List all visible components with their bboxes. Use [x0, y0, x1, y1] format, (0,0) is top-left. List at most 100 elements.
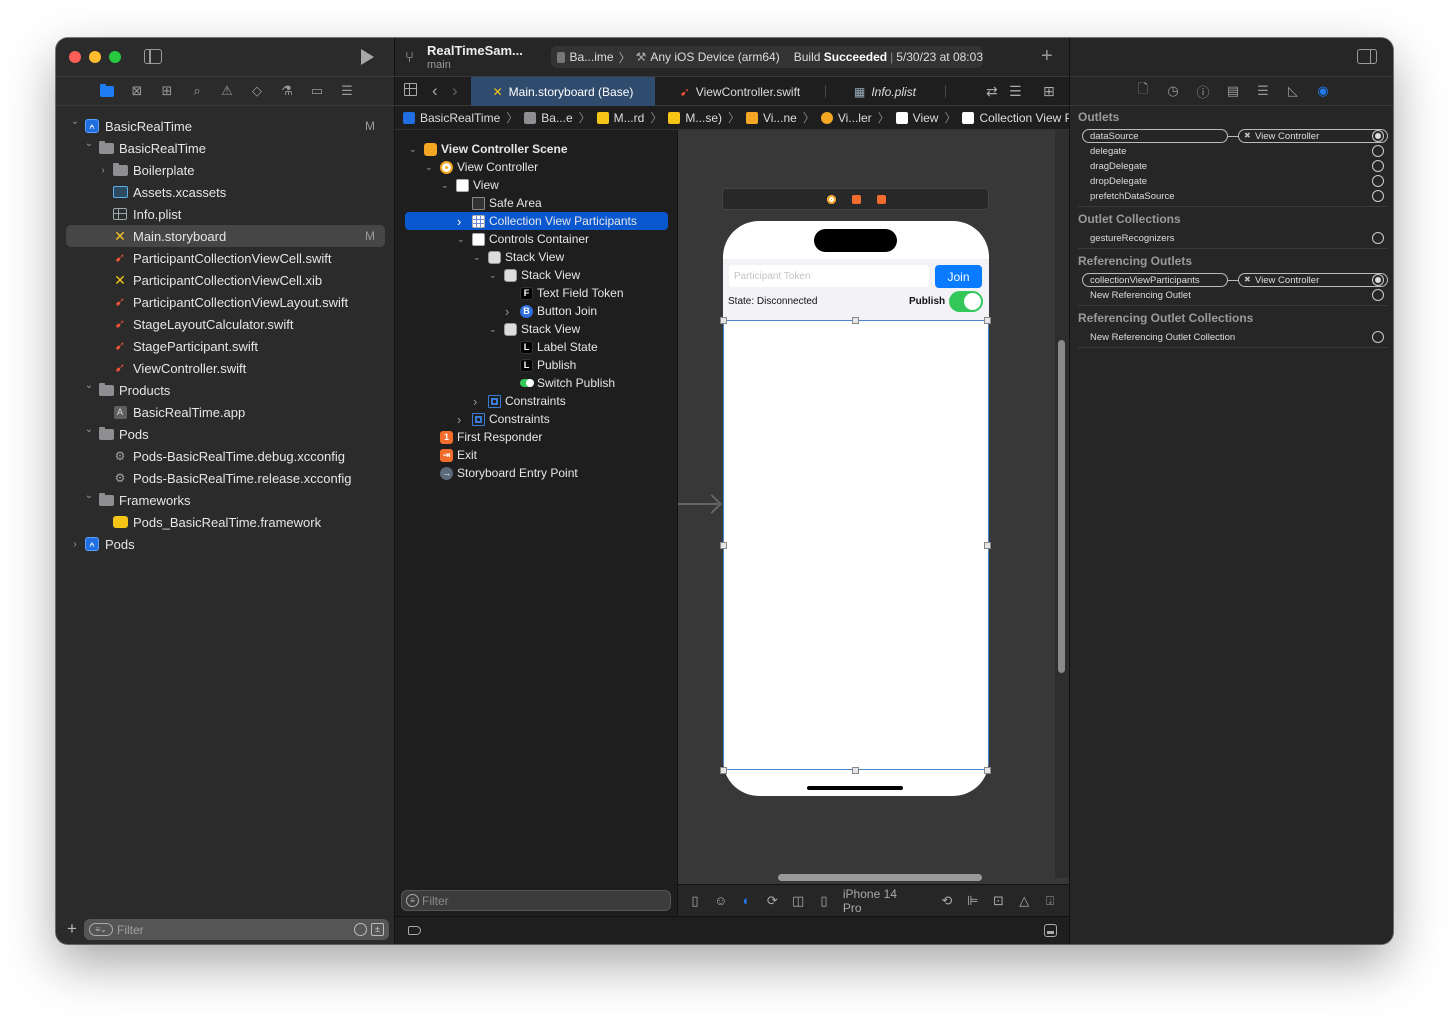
accessibility-icon[interactable]: ☺ — [714, 893, 728, 908]
jump-bar-item[interactable]: Vi...ler — [820, 111, 872, 125]
back-button[interactable]: ‹ — [432, 81, 438, 101]
storyboard-canvas[interactable]: Join State: Disconnected Publish ▯ ☺ — [678, 130, 1069, 916]
file-tree-item[interactable]: ⌄ Products — [56, 379, 395, 401]
disconnect-icon[interactable]: ✖ — [1244, 131, 1251, 140]
jump-bar-item[interactable]: Vi...ne — [746, 111, 797, 125]
attributes-inspector-tab[interactable]: ☰ — [1254, 82, 1272, 100]
file-tree-item[interactable]: ⚙ Pods-BasicRealTime.debug.xcconfig — [56, 445, 395, 467]
toggle-debug-area-icon[interactable] — [1044, 924, 1057, 937]
jump-bar-item[interactable]: Collection View Participants — [962, 111, 1069, 125]
chevron-down-icon[interactable]: ⌄ — [84, 490, 94, 501]
chevron-down-icon[interactable]: ⌄ — [84, 424, 94, 435]
outlet-pill[interactable]: dataSource — [1082, 129, 1228, 143]
resolve-issues-icon[interactable]: △ — [1017, 893, 1031, 909]
file-tree-item[interactable]: ⚙ Pods-BasicRealTime.release.xcconfig — [56, 467, 395, 489]
report-navigator-tab[interactable]: ☰ — [338, 82, 356, 100]
outlet-row[interactable]: dragDelegate — [1070, 159, 1393, 174]
outline-item[interactable]: ⌄ View Controller — [395, 158, 678, 176]
resize-handle[interactable] — [720, 542, 727, 549]
toggle-inspector-icon[interactable] — [1357, 49, 1377, 64]
file-tree-item[interactable]: Info.plist — [56, 203, 395, 225]
appearance-icon[interactable]: ◐ — [740, 893, 754, 908]
connection-circle-icon[interactable] — [1372, 331, 1384, 343]
file-tree-item[interactable]: ⌄ ⍲ BasicRealTime M — [56, 115, 395, 137]
chevron-down-icon[interactable]: ⌄ — [489, 324, 497, 335]
project-name[interactable]: RealTimeSam... — [427, 43, 523, 58]
file-tree-item[interactable]: ➹ StageParticipant.swift — [56, 335, 395, 357]
outline-filter-input[interactable] — [422, 892, 662, 909]
outline-item[interactable]: ⌄ Stack View — [395, 320, 678, 338]
history-inspector-tab[interactable]: ◷ — [1164, 82, 1182, 100]
chevron-down-icon[interactable]: ⌄ — [457, 234, 465, 245]
chevron-right-icon[interactable]: › — [505, 304, 509, 319]
connection-circle-icon[interactable] — [1372, 145, 1384, 157]
jump-bar-item[interactable]: M...rd — [596, 111, 644, 125]
identity-inspector-tab[interactable]: ▤ — [1224, 82, 1242, 100]
orientation-icon[interactable]: ⟳ — [765, 893, 779, 909]
outline-item[interactable]: L Publish — [395, 356, 678, 374]
jump-bar-item[interactable]: BasicRealTime — [403, 111, 500, 125]
test-navigator-tab[interactable]: ◇ — [248, 82, 266, 100]
zoom-window-button[interactable] — [109, 51, 121, 63]
outline-item[interactable]: 1 First Responder — [395, 428, 678, 446]
first-responder-icon[interactable] — [852, 195, 861, 204]
help-inspector-tab[interactable]: ⓘ — [1194, 82, 1212, 100]
outline-item[interactable]: › Constraints — [395, 392, 678, 410]
chevron-down-icon[interactable]: ⌄ — [84, 380, 94, 391]
filter-options-icon[interactable]: ≡⌄ — [89, 923, 113, 936]
chevron-down-icon[interactable]: ⌄ — [84, 138, 94, 149]
project-navigator-tab[interactable] — [98, 82, 116, 100]
resize-handle[interactable] — [852, 317, 859, 324]
source-control-filter-icon[interactable]: ± — [371, 923, 384, 936]
issue-navigator-tab[interactable]: ⚠ — [218, 82, 236, 100]
view-controller-icon[interactable] — [827, 195, 836, 204]
tab-info-plist[interactable]: ▦ Info.plist — [825, 77, 945, 106]
source-control-navigator-tab[interactable]: ⊠ — [128, 82, 146, 100]
outline-item[interactable]: ⌄ View Controller Scene — [395, 140, 678, 158]
outline-item[interactable]: → Storyboard Entry Point — [395, 464, 678, 482]
outline-item[interactable]: ⌄ Stack View — [395, 266, 678, 284]
outline-item[interactable]: ⌄ View — [395, 176, 678, 194]
split-view-icon[interactable]: ◫ — [791, 893, 805, 909]
connection-circle-icon[interactable] — [1372, 289, 1384, 301]
connection-circle-icon[interactable] — [1372, 175, 1384, 187]
outlet-row[interactable]: New Referencing Outlet — [1070, 288, 1393, 303]
chevron-right-icon[interactable]: › — [457, 214, 461, 229]
update-frames-icon[interactable]: ⟲ — [940, 893, 954, 909]
connection-circle-icon[interactable] — [1372, 160, 1384, 172]
file-tree-item[interactable]: A BasicRealTime.app — [56, 401, 395, 423]
canvas-horizontal-scrollbar[interactable] — [778, 874, 982, 881]
size-inspector-tab[interactable]: ◺ — [1284, 82, 1302, 100]
outline-item[interactable]: ⌄ Stack View — [395, 248, 678, 266]
editor-options-icon[interactable]: ☰ — [1009, 83, 1022, 100]
chevron-right-icon[interactable]: › — [70, 539, 80, 550]
file-tree-item[interactable]: ✕ Main.storyboard M — [66, 225, 385, 247]
exit-icon[interactable] — [877, 195, 886, 204]
jump-bar-item[interactable]: M...se) — [668, 111, 722, 125]
add-editor-icon[interactable]: ⊞ — [1043, 83, 1055, 100]
file-tree-item[interactable]: › ⍲ Pods — [56, 533, 395, 555]
file-tree-item[interactable]: Assets.xcassets — [56, 181, 395, 203]
resize-handle[interactable] — [984, 542, 991, 549]
participant-token-field[interactable] — [729, 265, 929, 287]
chevron-down-icon[interactable]: ⌄ — [409, 144, 417, 155]
outlet-row[interactable]: dataSource ✖ View Controller — [1070, 129, 1393, 144]
tab-main-storyboard[interactable]: ✕ Main.storyboard (Base) — [471, 77, 655, 106]
jump-bar-item[interactable]: Ba...e — [524, 111, 573, 125]
file-tree-item[interactable]: ⌄ BasicRealTime — [56, 137, 395, 159]
device-selector[interactable]: iPhone 14 Pro — [843, 887, 918, 915]
tag-icon[interactable] — [408, 926, 421, 935]
outlet-row[interactable]: New Referencing Outlet Collection — [1070, 330, 1393, 345]
file-inspector-tab[interactable]: 🗋 — [1134, 81, 1152, 100]
chevron-down-icon[interactable]: ⌄ — [70, 116, 80, 127]
scheme-selector[interactable]: Ba...ime — [570, 50, 614, 64]
outlet-row[interactable]: prefetchDataSource — [1070, 189, 1393, 204]
navigator-filter-input[interactable] — [117, 921, 337, 938]
file-tree-item[interactable]: ⌄ Frameworks — [56, 489, 395, 511]
source-control-compare-icon[interactable]: ⇄ — [986, 83, 998, 100]
outlet-row[interactable]: collectionViewParticipants ✖ View Controll… — [1070, 273, 1393, 288]
connection-circle-icon[interactable] — [1372, 274, 1384, 286]
toggle-navigator-icon[interactable] — [144, 49, 162, 64]
file-tree-item[interactable]: ✕ ParticipantCollectionViewCell.xib — [56, 269, 395, 291]
resize-handle[interactable] — [720, 767, 727, 774]
